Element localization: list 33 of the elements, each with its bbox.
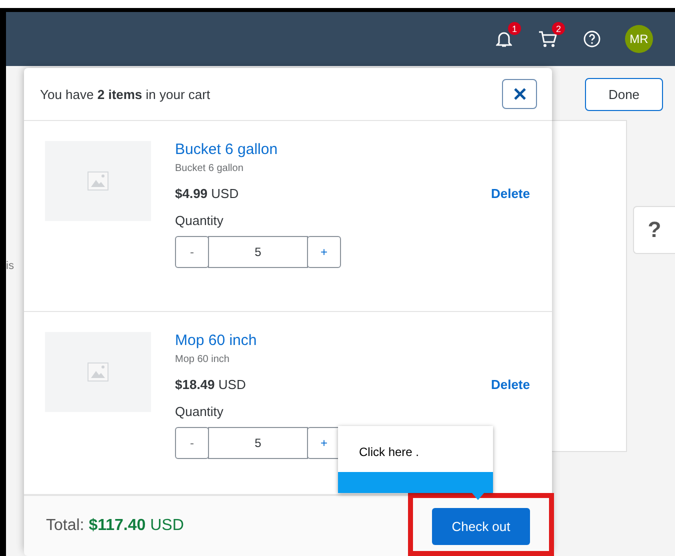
cart-total: Total: $117.40 USD — [46, 517, 184, 535]
product-description: Mop 60 inch — [175, 354, 230, 365]
close-icon — [512, 87, 526, 101]
product-price: $4.99 USD — [175, 186, 239, 201]
product-name-link[interactable]: Mop 60 inch — [175, 332, 257, 349]
tooltip-pointer — [472, 493, 484, 500]
close-button[interactable] — [502, 79, 537, 109]
done-button[interactable]: Done — [585, 78, 663, 111]
image-icon — [87, 171, 109, 191]
delete-link[interactable]: Delete — [490, 377, 530, 392]
tooltip-text: Click here . — [358, 444, 420, 461]
product-description: Bucket 6 gallon — [175, 163, 244, 174]
help-icon[interactable] — [583, 30, 601, 48]
notification-badge: 2 — [552, 22, 565, 35]
image-icon — [87, 362, 109, 382]
cart-icon — [538, 30, 558, 48]
quantity-label: Quantity — [175, 213, 224, 228]
notification-badge: 1 — [508, 22, 521, 35]
delete-link[interactable]: Delete — [490, 186, 530, 201]
product-price: $18.49 USD — [175, 377, 246, 392]
quantity-label: Quantity — [175, 404, 224, 419]
help-button[interactable]: ? — [633, 206, 675, 254]
decrement-button[interactable]: - — [175, 236, 209, 268]
product-name-link[interactable]: Bucket 6 gallon — [175, 141, 278, 158]
quantity-field[interactable]: 5 — [208, 427, 308, 459]
bell-icon — [496, 30, 512, 48]
checkout-button[interactable]: Check out — [432, 508, 530, 544]
user-avatar[interactable]: MR — [625, 25, 653, 53]
cart-summary: You have 2 items in your cart — [40, 86, 210, 102]
increment-button[interactable]: + — [307, 236, 341, 268]
partial-text: is — [6, 260, 14, 272]
decrement-button[interactable]: - — [175, 427, 209, 459]
quantity-field[interactable]: 5 — [208, 236, 308, 268]
